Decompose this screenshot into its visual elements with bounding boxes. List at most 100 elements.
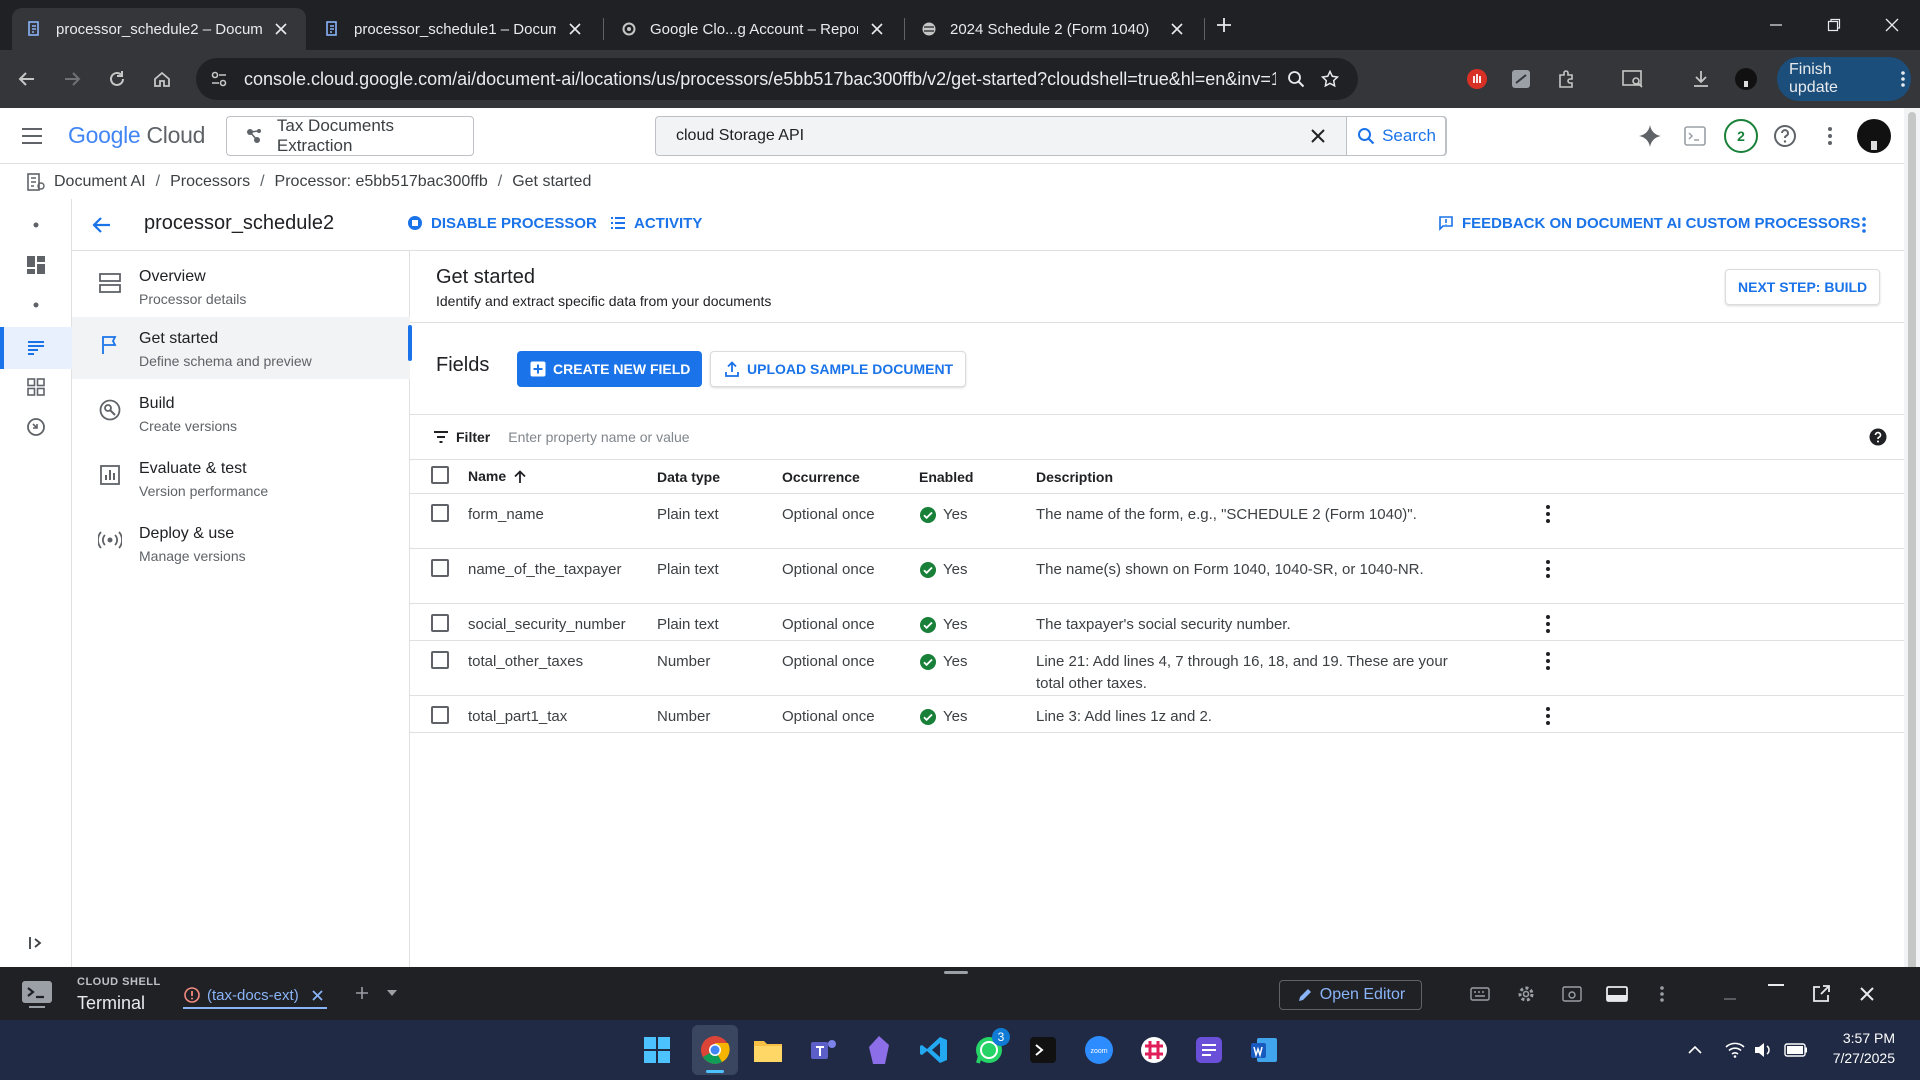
column-header-name[interactable]: Name xyxy=(468,461,657,494)
page-scrollbar[interactable] xyxy=(1904,108,1920,1020)
sort-ascending-arrow-icon[interactable] xyxy=(512,469,528,485)
tray-chevron-up-icon[interactable] xyxy=(1684,1041,1706,1059)
search-input[interactable]: cloud Storage API xyxy=(676,127,1304,145)
nav-item-get-started[interactable]: Get started Define schema and preview xyxy=(72,317,412,379)
settings-gear-icon[interactable] xyxy=(1514,982,1538,1006)
select-all-checkbox[interactable] xyxy=(431,466,449,485)
project-selector[interactable]: Tax Documents Extraction xyxy=(226,116,474,156)
table-row[interactable]: social_security_number Plain text Option… xyxy=(410,603,1904,641)
table-row[interactable]: total_other_taxes Number Optional once Y… xyxy=(410,640,1904,696)
more-vert-icon[interactable] xyxy=(1852,213,1876,237)
cloud-shell-terminal-icon[interactable] xyxy=(1681,122,1709,150)
site-settings-icon[interactable] xyxy=(208,68,230,90)
nav-item-evaluate[interactable]: Evaluate & test Version performance xyxy=(72,447,410,509)
open-editor-button[interactable]: Open Editor xyxy=(1279,980,1422,1010)
tab-search-icon[interactable] xyxy=(1618,64,1648,94)
dot-icon[interactable] xyxy=(24,293,48,317)
rail-item-selected[interactable] xyxy=(0,327,72,369)
wifi-icon[interactable] xyxy=(1724,1040,1746,1060)
close-shell-icon[interactable] xyxy=(1855,982,1879,1006)
tab-close-icon[interactable] xyxy=(1166,18,1188,40)
dot-icon[interactable] xyxy=(24,213,48,237)
column-header-description[interactable]: Description xyxy=(1036,461,1476,494)
row-more-vert-icon[interactable] xyxy=(1536,649,1560,673)
help-circle-icon[interactable] xyxy=(1868,427,1888,447)
slack-icon[interactable] xyxy=(1138,1034,1170,1066)
restore-window-icon[interactable] xyxy=(1816,10,1852,40)
nav-item-overview[interactable]: Overview Processor details xyxy=(72,255,410,317)
row-checkbox[interactable] xyxy=(431,705,449,724)
row-checkbox[interactable] xyxy=(431,558,449,577)
hamburger-menu-icon[interactable] xyxy=(18,122,46,150)
reload-icon[interactable] xyxy=(102,64,132,94)
feedback-button[interactable]: FEEDBACK ON DOCUMENT AI CUSTOM PROCESSOR… xyxy=(1436,213,1860,233)
extension-tile-icon[interactable] xyxy=(1506,64,1536,94)
filter-input[interactable]: Enter property name or value xyxy=(508,429,1868,445)
restore-shell-icon[interactable] xyxy=(1764,975,1788,995)
row-checkbox[interactable] xyxy=(431,613,449,632)
nav-item-deploy[interactable]: Deploy & use Manage versions xyxy=(72,512,410,574)
session-dropdown-icon[interactable] xyxy=(383,984,401,1002)
file-explorer-icon[interactable] xyxy=(752,1034,784,1066)
terminal-app-icon[interactable] xyxy=(1027,1034,1059,1066)
browser-tab-1[interactable]: processor_schedule1 – Docume xyxy=(310,8,600,50)
teams-icon[interactable] xyxy=(807,1034,839,1066)
help-question-icon[interactable] xyxy=(1771,122,1799,150)
more-vert-icon[interactable] xyxy=(1650,983,1674,1005)
notifications-badge[interactable]: 2 xyxy=(1723,118,1759,154)
row-more-vert-icon[interactable] xyxy=(1536,612,1560,636)
terminal-layout-icon[interactable] xyxy=(1605,983,1629,1005)
breadcrumb-processor[interactable]: Processor: e5bb517bac300ffb xyxy=(275,173,488,191)
clock-date[interactable]: 7/27/2025 xyxy=(1833,1050,1895,1066)
google-cloud-logo[interactable]: Google Cloud xyxy=(68,122,205,149)
upload-sample-document-button[interactable]: UPLOAD SAMPLE DOCUMENT xyxy=(710,351,967,387)
minimize-shell-icon[interactable] xyxy=(1718,989,1742,1009)
table-row[interactable]: name_of_the_taxpayer Plain text Optional… xyxy=(410,548,1904,604)
row-more-vert-icon[interactable] xyxy=(1536,502,1560,526)
bookmark-star-icon[interactable] xyxy=(1316,65,1344,93)
history-search-icon[interactable] xyxy=(24,415,48,439)
clear-search-icon[interactable] xyxy=(1304,122,1332,150)
extension-red-hand-icon[interactable] xyxy=(1462,64,1492,94)
breadcrumb-document-ai[interactable]: Document AI xyxy=(54,173,146,191)
search-button[interactable]: Search xyxy=(1346,116,1446,156)
create-new-field-button[interactable]: CREATE NEW FIELD xyxy=(517,351,703,387)
zoom-magnifier-icon[interactable] xyxy=(1282,65,1310,93)
row-more-vert-icon[interactable] xyxy=(1536,557,1560,581)
add-session-plus-icon[interactable] xyxy=(352,983,372,1003)
new-tab-plus-icon[interactable] xyxy=(1206,10,1242,40)
row-checkbox[interactable] xyxy=(431,503,449,522)
home-icon[interactable] xyxy=(147,64,177,94)
clock-time[interactable]: 3:57 PM xyxy=(1843,1030,1895,1046)
download-icon[interactable] xyxy=(1686,64,1716,94)
browser-tab-3[interactable]: 2024 Schedule 2 (Form 1040) xyxy=(906,8,1202,50)
close-window-icon[interactable] xyxy=(1874,10,1910,40)
open-new-window-icon[interactable] xyxy=(1809,982,1833,1006)
row-more-vert-icon[interactable] xyxy=(1536,704,1560,728)
back-arrow-icon[interactable] xyxy=(12,64,42,94)
table-row[interactable]: total_part1_tax Number Optional once Yes… xyxy=(410,695,1904,733)
keyboard-icon[interactable] xyxy=(1468,983,1492,1005)
shell-session-tab[interactable]: (tax-docs-ext) xyxy=(183,983,327,1009)
column-header-enabled[interactable]: Enabled xyxy=(919,461,1036,494)
extensions-puzzle-icon[interactable] xyxy=(1551,64,1581,94)
back-arrow-icon[interactable] xyxy=(88,213,114,237)
word-icon[interactable] xyxy=(1248,1034,1280,1066)
notes-app-icon[interactable] xyxy=(1193,1034,1225,1066)
filter-bar[interactable]: Filter Enter property name or value xyxy=(410,414,1904,460)
battery-icon[interactable] xyxy=(1783,1040,1809,1060)
more-vert-icon[interactable] xyxy=(1816,122,1844,150)
zoom-icon[interactable]: zoom xyxy=(1083,1034,1115,1066)
web-preview-icon[interactable] xyxy=(1560,983,1584,1005)
vscode-icon[interactable] xyxy=(918,1034,950,1066)
console-search[interactable]: cloud Storage API Search xyxy=(655,116,1447,156)
grid-icon[interactable] xyxy=(24,375,48,399)
next-step-build-button[interactable]: NEXT STEP: BUILD xyxy=(1725,269,1881,305)
expand-rail-icon[interactable] xyxy=(24,931,48,955)
profile-avatar-icon[interactable] xyxy=(1731,64,1761,94)
resize-handle[interactable] xyxy=(944,971,968,974)
breadcrumb-processors[interactable]: Processors xyxy=(170,173,250,191)
column-header-type[interactable]: Data type xyxy=(657,461,782,494)
column-header-occurrence[interactable]: Occurrence xyxy=(782,461,919,494)
close-session-icon[interactable] xyxy=(309,986,327,1004)
